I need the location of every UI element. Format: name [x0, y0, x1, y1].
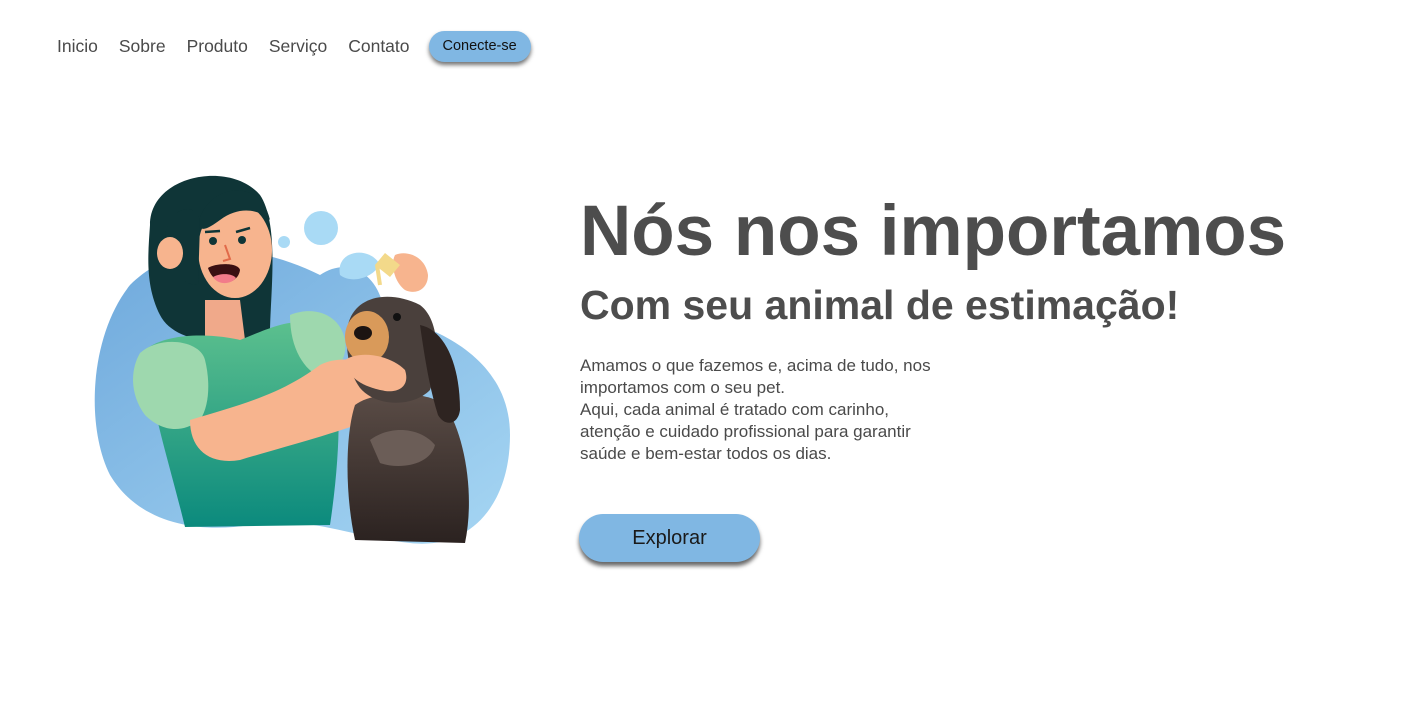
hero-title: Nós nos importamos [580, 192, 1287, 271]
nav-link-servico[interactable]: Serviço [269, 30, 327, 62]
hero-description-line: importamos com o seu pet. [580, 378, 786, 397]
nav-link-produto[interactable]: Produto [187, 30, 248, 62]
connect-button[interactable]: Conecte-se [428, 30, 531, 62]
main-nav: Inicio Sobre Produto Serviço Contato Con… [57, 30, 531, 62]
hero-description-line: atenção e cuidado profissional para gara… [580, 422, 911, 441]
hero-description-line: saúde e bem-estar todos os dias. [580, 444, 832, 463]
hero-description-line: Aqui, cada animal é tratado com carinho, [580, 400, 890, 419]
hero-description: Amamos o que fazemos e, acima de tudo, n… [580, 355, 970, 465]
landing-page: Inicio Sobre Produto Serviço Contato Con… [0, 0, 1427, 719]
vet-woman-with-dog-icon [94, 175, 511, 544]
nav-link-contato[interactable]: Contato [348, 30, 409, 62]
hero-description-line: Amamos o que fazemos e, acima de tudo, n… [580, 356, 931, 375]
nav-link-inicio[interactable]: Inicio [57, 30, 98, 62]
hero-subtitle: Com seu animal de estimação! [580, 282, 1180, 328]
nav-link-sobre[interactable]: Sobre [119, 30, 166, 62]
explore-button[interactable]: Explorar [579, 514, 760, 562]
